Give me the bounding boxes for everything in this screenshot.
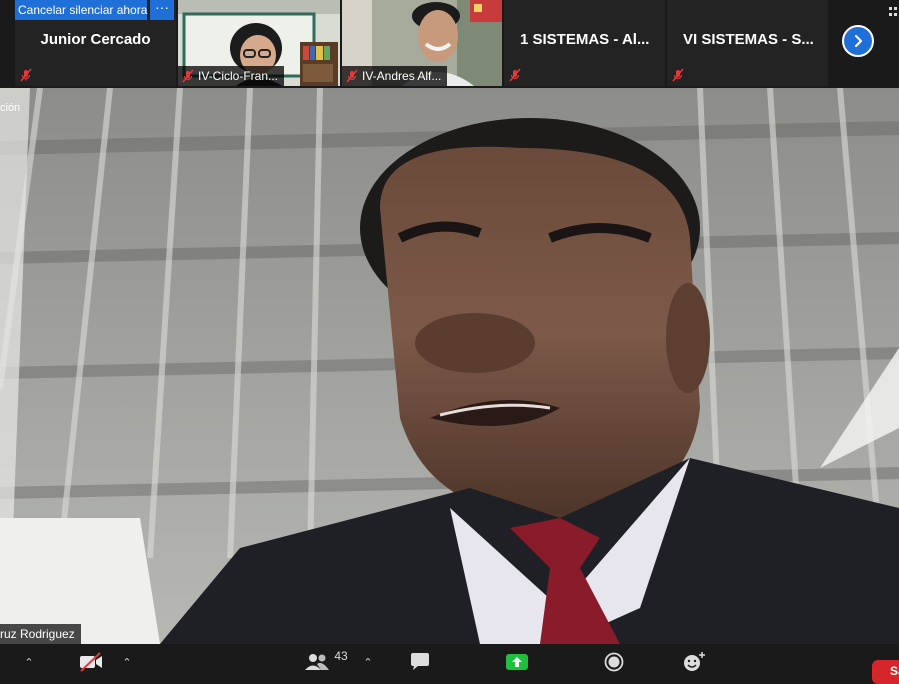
active-speaker-name: ruz Rodriguez [0,624,81,644]
cancel-unmute-button[interactable]: Cancelar silenciar ahora [15,0,147,20]
record-icon [604,652,624,672]
muted-mic-icon [509,68,521,82]
participant-label: IV-Ciclo-Fran... [178,66,285,86]
reactions-button[interactable] [680,644,708,680]
muted-mic-icon [182,69,194,83]
chevron-up-icon: ⌃ [24,656,34,669]
speaker-video-frame [0,88,899,644]
participant-label: IV-Andres Alf... [342,66,448,86]
participant-tile[interactable]: IV-Andres Alf... [342,0,502,86]
view-grid-icon[interactable] [888,6,899,18]
participant-name: IV-Andres Alf... [362,69,442,83]
muted-mic-icon [346,69,358,83]
audio-options-caret[interactable]: ⌃ [20,644,38,680]
participants-count: 43 [334,649,348,663]
stop-video-button[interactable] [76,644,106,680]
participant-name: 1 SISTEMAS - Al... [520,31,650,48]
participant-name: Junior Cercado [40,31,151,48]
chevron-up-icon: ⌃ [122,656,132,669]
participants-options-caret[interactable]: ⌃ [359,644,377,680]
chat-button[interactable] [406,644,434,680]
reactions-icon [684,652,705,671]
chevron-up-icon: ⌃ [363,656,373,669]
chevron-right-icon [854,34,863,48]
participant-tile[interactable]: VI SISTEMAS - S... [667,0,828,86]
video-off-icon [80,652,102,672]
participants-button[interactable]: 43 [300,644,352,680]
participant-tile[interactable]: 1 SISTEMAS - Al... [504,0,665,86]
share-screen-icon [506,654,528,670]
participant-name: VI SISTEMAS - S... [683,31,814,48]
meeting-toolbar: ⌃ ⌃ 43 ⌃ [0,644,899,680]
participant-strip: Cancelar silenciar ahora ··· Junior Cerc… [0,0,899,88]
chat-icon [411,653,429,670]
leave-meeting-button[interactable]: Sa [872,660,899,684]
participant-tile[interactable]: IV-Ciclo-Fran... [178,0,340,86]
participants-icon [305,654,330,670]
record-button[interactable] [600,644,628,680]
participant-name: IV-Ciclo-Fran... [198,69,279,83]
speaker-caption-fragment: ción [0,102,21,114]
main-speaker-video: ción ruz Rodriguez [0,88,899,644]
share-screen-button[interactable] [504,644,530,680]
video-options-caret[interactable]: ⌃ [118,644,136,680]
muted-mic-icon [672,68,684,82]
more-options-button[interactable]: ··· [150,0,174,20]
muted-mic-icon [20,68,32,82]
next-page-button[interactable] [842,25,874,57]
